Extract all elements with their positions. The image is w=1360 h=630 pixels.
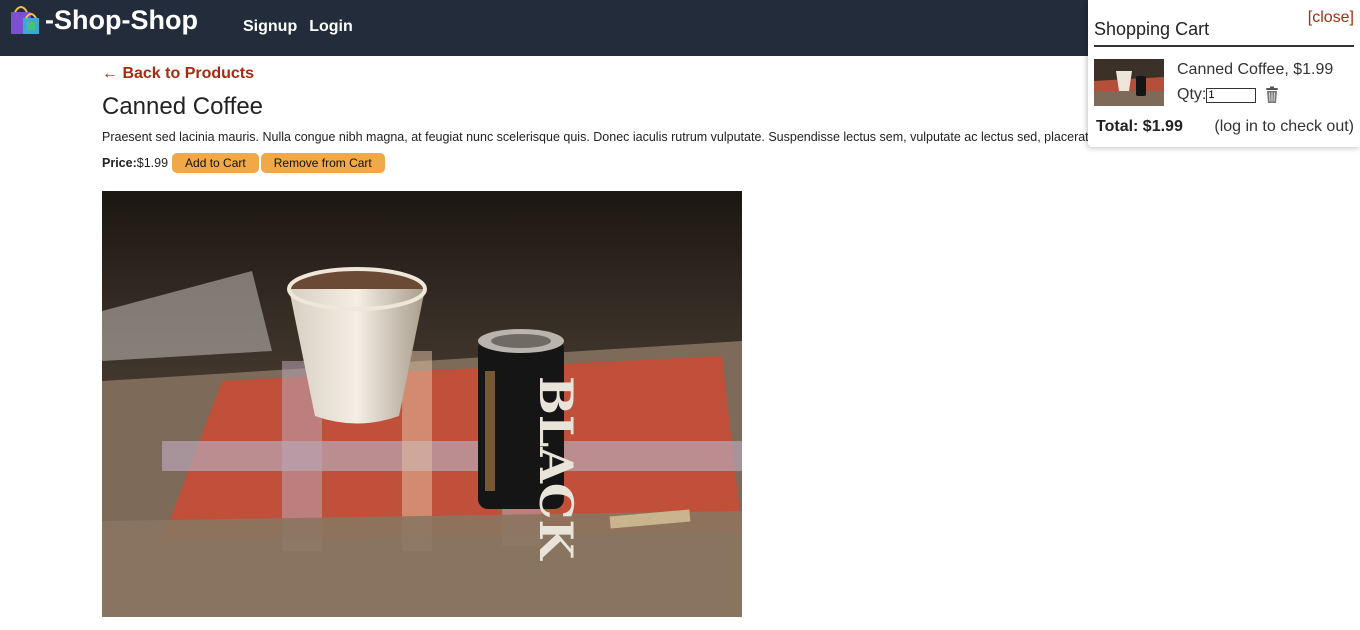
cart-title: Shopping Cart: [1094, 19, 1210, 39]
product-image: BLACK: [102, 191, 742, 617]
cart-close-link[interactable]: [close]: [1308, 9, 1354, 27]
main-nav: Signup Login: [243, 18, 365, 36]
login-link[interactable]: Login: [309, 18, 353, 36]
cart-item-thumbnail: [1094, 59, 1164, 106]
shopping-bags-icon: [9, 4, 41, 36]
price-value: $1.99: [136, 156, 169, 170]
remove-from-cart-button[interactable]: Remove from Cart: [260, 153, 385, 173]
trash-icon[interactable]: [1263, 86, 1281, 104]
add-to-cart-button[interactable]: Add to Cart: [172, 153, 259, 173]
back-to-products-link[interactable]: ← Back to Products: [102, 64, 254, 84]
cart-item-qty: Qty:: [1177, 86, 1281, 104]
product-description: Praesent sed lacinia mauris. Nulla congu…: [102, 130, 1102, 144]
site-title: -Shop-Shop: [45, 5, 198, 35]
signup-link[interactable]: Signup: [243, 18, 297, 36]
price-label: Price:: [102, 156, 137, 170]
cart-total: Total: $1.99: [1096, 118, 1183, 135]
cart-item-name-price: Canned Coffee, $1.99: [1177, 61, 1334, 78]
shopping-cart-panel: [close] Shopping Cart Canned Coffee, $1.…: [1088, 0, 1360, 147]
svg-text:BLACK: BLACK: [529, 376, 583, 562]
price-row: Price: $1.99 Add to Cart Remove from Car…: [102, 153, 1342, 173]
brand[interactable]: -Shop-Shop: [9, 4, 198, 36]
checkout-note: (log in to check out): [1214, 118, 1354, 135]
qty-label: Qty:: [1177, 86, 1207, 103]
qty-input[interactable]: [1206, 87, 1257, 103]
cart-divider: [1094, 45, 1354, 47]
